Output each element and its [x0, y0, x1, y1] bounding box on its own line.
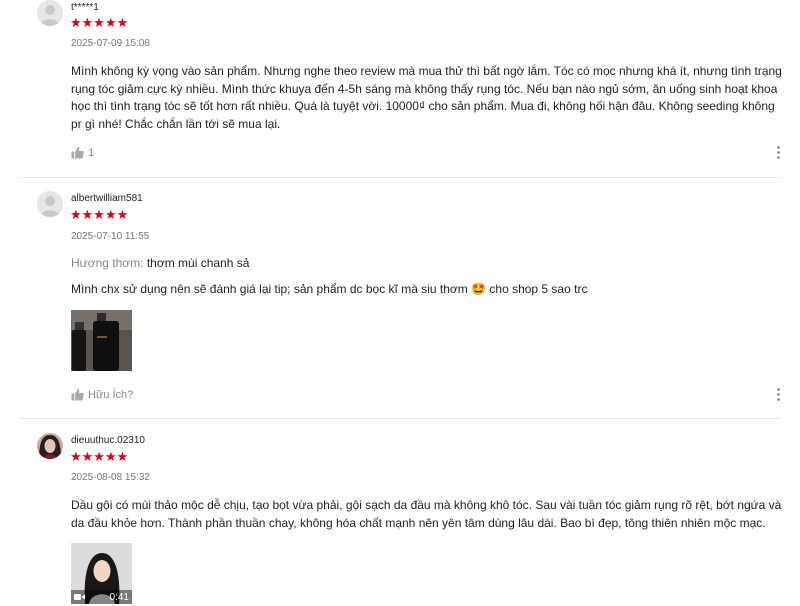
user-photo-avatar: [37, 433, 63, 459]
avatar[interactable]: [37, 433, 63, 459]
rating-stars: ★★★★★: [70, 15, 129, 30]
reviewer-username[interactable]: dieuuthuc.02310: [71, 435, 145, 446]
like-button[interactable]: 1: [71, 146, 94, 159]
review-photo[interactable]: [71, 310, 132, 371]
helpful-button[interactable]: Hữu Ích?: [71, 388, 133, 401]
rating-stars: ★★★★★: [70, 449, 129, 464]
attribute-value: thơm mùi chanh sả: [146, 256, 250, 270]
reviewer-username[interactable]: t*****1: [71, 2, 99, 13]
product-bottles-image: [71, 310, 132, 371]
rating-stars: ★★★★★: [70, 207, 129, 222]
default-avatar-icon: [37, 0, 63, 26]
video-duration-bar: 0:41: [71, 590, 132, 604]
more-options-icon[interactable]: [775, 146, 781, 162]
review-date: 2025-08-08 15:32: [71, 472, 150, 483]
avatar[interactable]: [37, 0, 63, 26]
video-duration: 0:41: [109, 591, 129, 603]
like-count: 1: [88, 146, 95, 159]
product-variant-attribute: Hương thơm: thơm mùi chanh sả: [71, 256, 249, 270]
review-text: Mình chx sử dụng nên sẽ đánh giá lại tip…: [71, 282, 588, 296]
review-date: 2025-07-09 15:08: [71, 38, 150, 49]
helpful-label: Hữu Ích?: [88, 388, 134, 401]
attribute-label: Hương thơm:: [71, 256, 144, 270]
more-options-icon[interactable]: [775, 388, 781, 404]
review-date: 2025-07-10 11:55: [71, 231, 150, 242]
thumbs-up-icon: [71, 388, 84, 401]
divider: [20, 177, 780, 178]
reviewer-username[interactable]: albertwilliam581: [71, 193, 143, 204]
review-text: Mình không kỳ vọng vào sản phẩm. Nhưng n…: [71, 64, 782, 131]
review-video-thumbnail[interactable]: 0:41: [71, 543, 132, 604]
divider: [20, 418, 780, 419]
avatar[interactable]: [37, 191, 63, 217]
default-avatar-icon: [37, 191, 63, 217]
thumbs-up-icon: [71, 146, 84, 159]
review-text: Dầu gội có mùi thảo mộc dễ chịu, tạo bọt…: [71, 498, 782, 530]
video-camera-icon: [74, 594, 85, 600]
